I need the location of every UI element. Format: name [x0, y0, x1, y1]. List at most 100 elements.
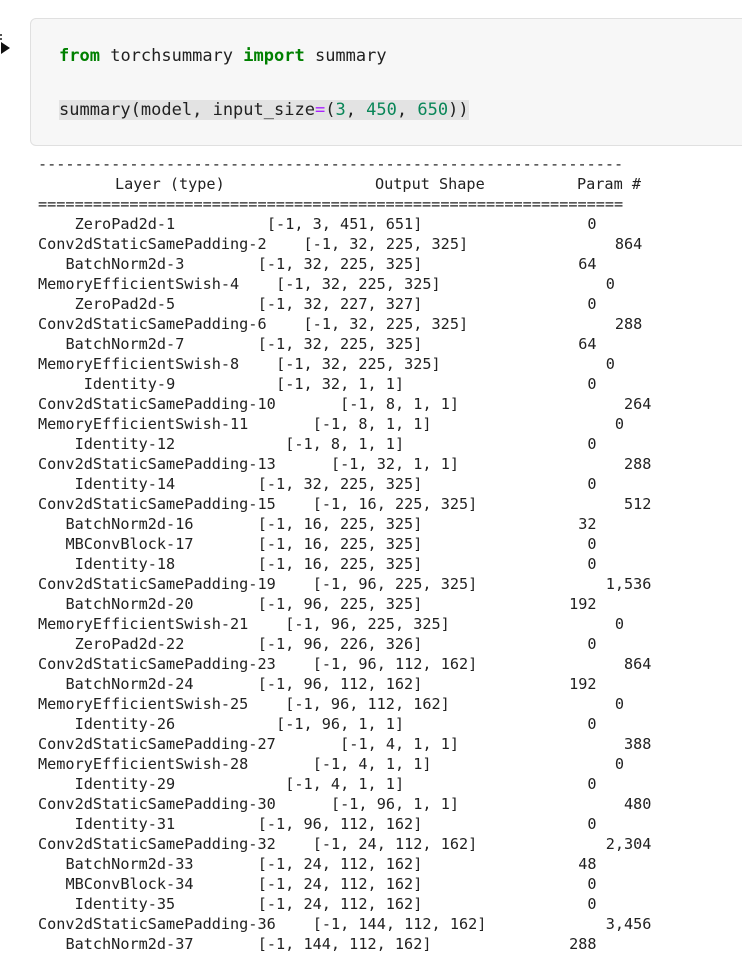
output-shape: [-1, 32, 225, 325] [276, 355, 441, 373]
layer-name: MBConvBlock-34 [65, 875, 194, 893]
param-count: 0 [587, 635, 597, 653]
function-name: summary [59, 100, 131, 120]
layer-name: Conv2dStaticSamePadding-19 [38, 575, 276, 593]
layer-name: Conv2dStaticSamePadding-36 [38, 915, 276, 933]
number-channels: 3 [335, 100, 346, 120]
table-row: Identity-12 [-1, 8, 1, 1] 0 [38, 434, 742, 454]
output-shape: [-1, 24, 112, 162] [257, 895, 423, 913]
output-shape: [-1, 32, 1, 1] [331, 455, 460, 473]
layer-name: Identity-12 [74, 435, 176, 453]
layer-name: Conv2dStaticSamePadding-10 [38, 395, 276, 413]
table-row: Conv2dStaticSamePadding-27 [-1, 4, 1, 1] 3… [38, 734, 742, 754]
run-cell-button[interactable] [0, 36, 16, 60]
header-output-shape: Output Shape [375, 175, 485, 193]
param-count: 64 [578, 335, 597, 353]
kwarg-name: input_size [212, 100, 315, 120]
output-shape: [-1, 96, 225, 325] [285, 615, 450, 633]
layer-name: Identity-9 [83, 375, 176, 393]
table-row: MemoryEfficientSwish-21 [-1, 96, 225, 325… [38, 614, 742, 634]
layer-name: Conv2dStaticSamePadding-6 [38, 315, 267, 333]
table-row: Identity-18 [-1, 16, 225, 325] 0 [38, 554, 742, 574]
separator: , [192, 100, 213, 120]
table-row: Identity-26 [-1, 96, 1, 1] 0 [38, 714, 742, 734]
param-count: 0 [587, 475, 597, 493]
table-row: Identity-9 [-1, 32, 1, 1] 0 [38, 374, 742, 394]
param-count: 288 [569, 935, 597, 953]
keyword-import: import [243, 46, 305, 66]
table-row: MemoryEfficientSwish-8 [-1, 32, 225, 325]… [38, 354, 742, 374]
param-count: 0 [587, 715, 597, 733]
table-row: Conv2dStaticSamePadding-13 [-1, 32, 1, 1]… [38, 454, 742, 474]
code-line-call: summary(model, input_size=(3, 450, 650)) [59, 98, 469, 122]
layer-name: BatchNorm2d-3 [65, 255, 185, 273]
layer-name: ZeroPad2d-22 [74, 635, 185, 653]
output-shape: [-1, 32, 227, 327] [257, 295, 423, 313]
arg-model: model [140, 100, 193, 120]
param-count: 48 [578, 855, 597, 873]
layer-name: Identity-35 [74, 895, 176, 913]
layer-name: BatchNorm2d-33 [65, 855, 194, 873]
output-shape: [-1, 96, 112, 162] [257, 815, 423, 833]
layer-name: ZeroPad2d-5 [74, 295, 176, 313]
table-row: Conv2dStaticSamePadding-19 [-1, 96, 225, … [38, 574, 742, 594]
play-icon [1, 42, 10, 54]
layer-name: Conv2dStaticSamePadding-23 [38, 655, 276, 673]
keyword-from: from [59, 46, 100, 66]
param-count: 0 [587, 555, 597, 573]
table-row: Identity-31 [-1, 96, 112, 162] 0 [38, 814, 742, 834]
param-count: 388 [624, 735, 652, 753]
output-shape: [-1, 96, 225, 325] [257, 595, 423, 613]
param-count: 864 [614, 235, 643, 253]
output-shape: [-1, 32, 225, 325] [257, 335, 423, 353]
param-count: 0 [605, 355, 615, 373]
table-row: ZeroPad2d-22 [-1, 96, 226, 326] 0 [38, 634, 742, 654]
output-shape: [-1, 16, 225, 325] [257, 535, 423, 553]
imported-name: summary [314, 46, 387, 66]
param-count: 0 [605, 275, 615, 293]
param-count: 0 [614, 755, 624, 773]
param-count: 192 [569, 675, 597, 693]
table-row: MBConvBlock-17 [-1, 16, 225, 325] 0 [38, 534, 742, 554]
highlighted-call: summary(model, input_size=(3, 450, 650)) [59, 100, 469, 120]
table-row: MemoryEfficientSwish-4 [-1, 32, 225, 325]… [38, 274, 742, 294]
layer-name: MemoryEfficientSwish-4 [38, 275, 240, 293]
layer-name: Conv2dStaticSamePadding-2 [38, 235, 267, 253]
layer-name: BatchNorm2d-7 [65, 335, 185, 353]
table-row: Conv2dStaticSamePadding-30 [-1, 96, 1, 1]… [38, 794, 742, 814]
table-row: Identity-35 [-1, 24, 112, 162] 0 [38, 894, 742, 914]
param-count: 0 [614, 695, 624, 713]
code-cell[interactable]: from torchsummary import summary summary… [30, 18, 742, 146]
output-shape: [-1, 24, 112, 162] [312, 835, 478, 853]
layer-name: Identity-18 [74, 555, 176, 573]
layer-name: BatchNorm2d-16 [65, 515, 194, 533]
table-header: Layer (type) Output Shape Param # [38, 174, 742, 194]
param-count: 0 [587, 815, 597, 833]
param-count: 480 [624, 795, 652, 813]
layer-name: Conv2dStaticSamePadding-30 [38, 795, 276, 813]
table-row: ZeroPad2d-5 [-1, 32, 227, 327] 0 [38, 294, 742, 314]
param-count: 0 [587, 875, 597, 893]
output-shape: [-1, 96, 1, 1] [276, 715, 405, 733]
output-shape: [-1, 4, 1, 1] [312, 755, 432, 773]
output-shape: [-1, 8, 1, 1] [340, 395, 460, 413]
output-shape: [-1, 96, 226, 326] [257, 635, 423, 653]
layer-name: Conv2dStaticSamePadding-32 [38, 835, 276, 853]
table-row: Conv2dStaticSamePadding-10 [-1, 8, 1, 1] 2… [38, 394, 742, 414]
param-count: 0 [614, 415, 624, 433]
layer-name: Conv2dStaticSamePadding-15 [38, 495, 276, 513]
table-row: BatchNorm2d-33 [-1, 24, 112, 162] 48 [38, 854, 742, 874]
param-count: 0 [587, 775, 597, 793]
table-row: Conv2dStaticSamePadding-36 [-1, 144, 112,… [38, 914, 742, 934]
table-row: Conv2dStaticSamePadding-23 [-1, 96, 112, … [38, 654, 742, 674]
table-row: Conv2dStaticSamePadding-2 [-1, 32, 225, 3… [38, 234, 742, 254]
separator: , [396, 100, 418, 120]
rule-double: ========================================… [38, 195, 624, 213]
output-shape: [-1, 32, 225, 325] [257, 475, 423, 493]
table-row: Conv2dStaticSamePadding-15 [-1, 16, 225, … [38, 494, 742, 514]
layer-name: MemoryEfficientSwish-28 [38, 755, 249, 773]
table-row: BatchNorm2d-20 [-1, 96, 225, 325] 192 [38, 594, 742, 614]
param-count: 0 [614, 615, 624, 633]
table-row: BatchNorm2d-16 [-1, 16, 225, 325] 32 [38, 514, 742, 534]
tuple-open: ( [325, 100, 336, 120]
output-shape: [-1, 16, 225, 325] [257, 515, 423, 533]
